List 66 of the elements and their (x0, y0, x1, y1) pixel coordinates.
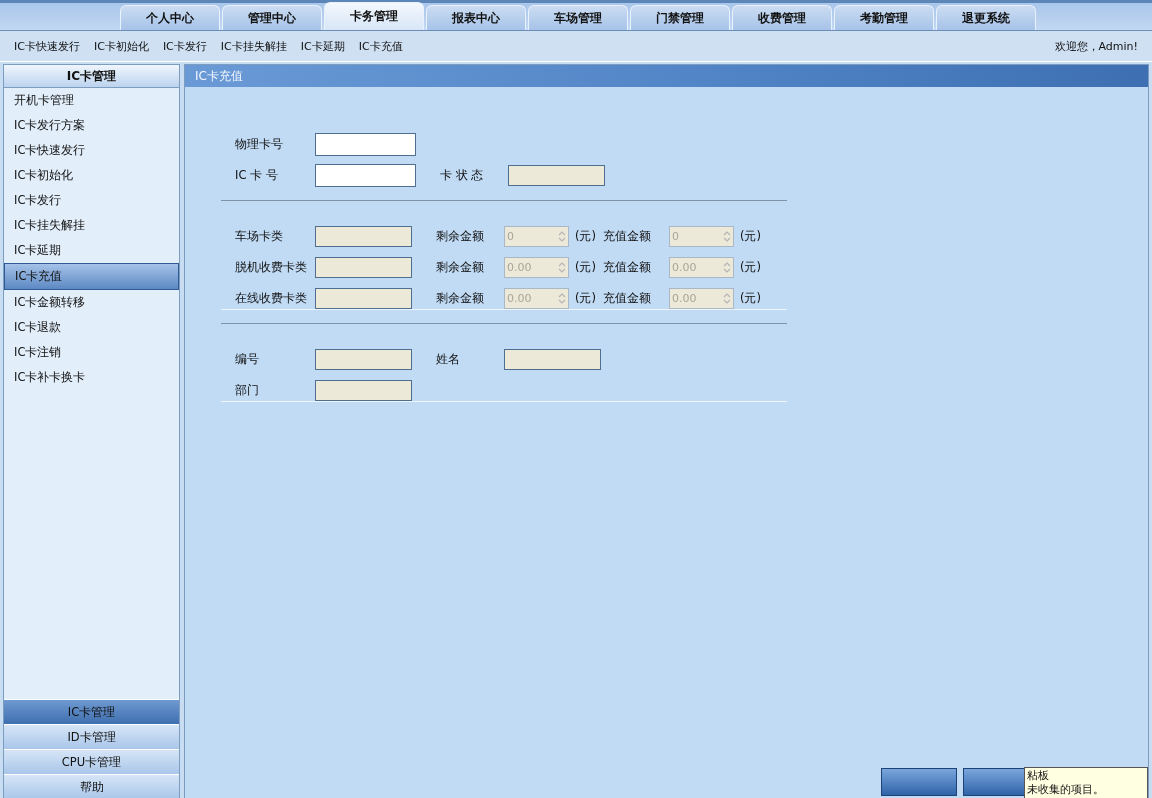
welcome-text: 欢迎您，Admin! (1054, 38, 1138, 54)
input-field[interactable] (315, 163, 416, 187)
sidebar-item[interactable]: IC卡挂失解挂 (4, 213, 179, 238)
nav-tab[interactable]: 报表中心 (426, 5, 526, 30)
readonly-field[interactable] (315, 225, 412, 247)
sidebar-item[interactable]: IC卡延期 (4, 238, 179, 263)
field-label: 剩余金额 (436, 228, 485, 244)
sidebar-item[interactable]: IC卡金额转移 (4, 290, 179, 315)
sidebar-item[interactable]: IC卡充值 (4, 263, 179, 290)
unit-label: (元) (574, 228, 597, 244)
field-label: 在线收费卡类 (235, 290, 308, 306)
tooltip: 粘板 未收集的项目。 (1024, 767, 1148, 798)
field-label: 充值金额 (603, 259, 652, 275)
readonly-field[interactable] (504, 348, 601, 370)
sidebar-item[interactable]: IC卡退款 (4, 315, 179, 340)
nav-tab[interactable]: 卡务管理 (324, 2, 424, 30)
unit-label: (元) (574, 259, 597, 275)
field-label: 车场卡类 (235, 228, 284, 244)
field-label: 物理卡号 (235, 136, 284, 152)
readonly-field[interactable] (508, 164, 605, 186)
field-label: 脱机收费卡类 (235, 259, 308, 275)
subnav-link[interactable]: IC卡发行 (162, 38, 207, 54)
nav-tab[interactable]: 退更系统 (936, 5, 1036, 30)
nav-tab[interactable]: 管理中心 (222, 5, 322, 30)
nav-tab[interactable]: 车场管理 (528, 5, 628, 30)
subnav-link[interactable]: IC卡快速发行 (14, 38, 80, 54)
readonly-field[interactable] (315, 348, 412, 370)
unit-label: (元) (739, 259, 762, 275)
sidebar-item[interactable]: IC卡快速发行 (4, 138, 179, 163)
unit-label: (元) (739, 290, 762, 306)
sidebar-item[interactable]: IC卡注销 (4, 340, 179, 365)
accordion-header[interactable]: CPU卡管理 (4, 749, 179, 774)
sidebar-item[interactable]: 开机卡管理 (4, 88, 179, 113)
nav-tab[interactable]: 考勤管理 (834, 5, 934, 30)
accordion-header[interactable]: IC卡管理 (4, 699, 179, 724)
unit-label: (元) (739, 228, 762, 244)
sidebar-item[interactable]: IC卡初始化 (4, 163, 179, 188)
field-label: 编号 (235, 351, 260, 367)
input-field[interactable] (315, 132, 416, 156)
field-label: 剩余金额 (436, 290, 485, 306)
accordion-header[interactable]: 帮助 (4, 774, 179, 798)
readonly-field[interactable] (315, 379, 412, 401)
sidebar-item[interactable]: IC卡发行方案 (4, 113, 179, 138)
field-label: 充值金额 (603, 290, 652, 306)
subnav-link[interactable]: IC卡挂失解挂 (220, 38, 287, 54)
nav-tab[interactable]: 门禁管理 (630, 5, 730, 30)
field-label: IC 卡 号 (235, 167, 279, 183)
sidebar-item[interactable]: IC卡发行 (4, 188, 179, 213)
field-label: 姓名 (436, 351, 461, 367)
field-label: 卡 状 态 (440, 167, 485, 183)
field-label: 剩余金额 (436, 259, 485, 275)
accordion-header[interactable]: ID卡管理 (4, 724, 179, 749)
field-label: 充值金额 (603, 228, 652, 244)
readonly-field[interactable] (315, 287, 412, 309)
action-button[interactable] (881, 768, 957, 796)
subnav-link[interactable]: IC卡充值 (358, 38, 403, 54)
nav-tab[interactable]: 个人中心 (120, 5, 220, 30)
sidebar-title: IC卡管理 (4, 65, 179, 88)
subnav-link[interactable]: IC卡初始化 (93, 38, 149, 54)
sidebar-item[interactable]: IC卡补卡换卡 (4, 365, 179, 390)
field-label: 部门 (235, 382, 260, 398)
unit-label: (元) (574, 290, 597, 306)
panel-title: IC卡充值 (185, 65, 1148, 87)
readonly-field[interactable] (315, 256, 412, 278)
nav-tab[interactable]: 收费管理 (732, 5, 832, 30)
subnav-link[interactable]: IC卡延期 (300, 38, 345, 54)
